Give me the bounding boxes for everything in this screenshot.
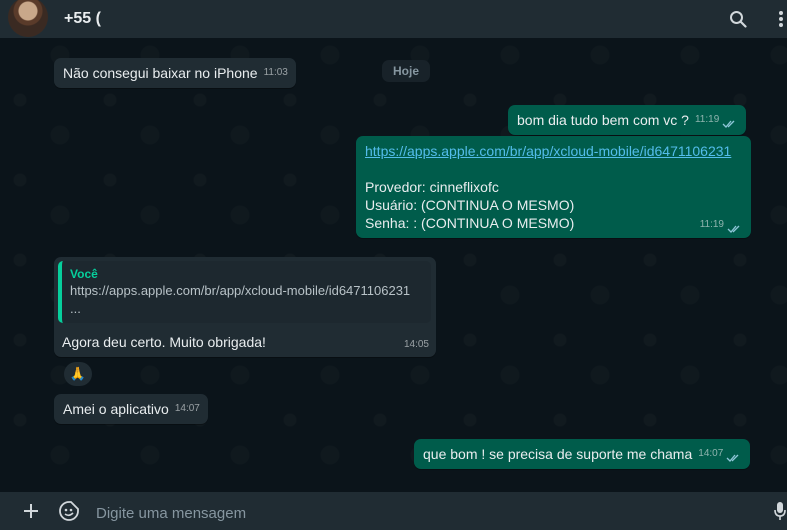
- message-line: Senha: : (CONTINUA O MESMO): [365, 215, 575, 231]
- message-line: Usuário: (CONTINUA O MESMO): [365, 197, 575, 213]
- avatar[interactable]: [8, 0, 48, 37]
- message-time: 14:07: [174, 403, 200, 414]
- message-time: 14:05: [403, 339, 429, 350]
- date-divider: Hoje: [382, 60, 431, 82]
- contact-name[interactable]: +55 (: [64, 10, 101, 28]
- message-time: 14:07: [698, 448, 724, 459]
- message-link[interactable]: https://apps.apple.com/br/app/xcloud-mob…: [365, 142, 743, 160]
- reaction-badge[interactable]: 🙏: [64, 362, 92, 386]
- quoted-message[interactable]: Você https://apps.apple.com/br/app/xclou…: [58, 261, 431, 323]
- quote-text: ...: [70, 301, 81, 316]
- quote-text: https://apps.apple.com/br/app/xcloud-mob…: [70, 283, 411, 298]
- message-text: Agora deu certo. Muito obrigada!: [62, 334, 266, 350]
- message-text: Não consegui baixar no iPhone: [63, 65, 258, 81]
- sticker-icon[interactable]: [56, 498, 82, 524]
- read-ticks-icon: [722, 120, 735, 128]
- message-incoming[interactable]: Não consegui baixar no iPhone 11:03: [54, 58, 296, 88]
- message-incoming[interactable]: Amei o aplicativo 14:07: [54, 394, 208, 424]
- search-icon[interactable]: [725, 6, 751, 32]
- message-input[interactable]: [90, 496, 740, 530]
- message-line: Provedor: cinneflixofc: [365, 179, 499, 195]
- plus-icon[interactable]: [18, 498, 44, 524]
- message-text: Amei o aplicativo: [63, 401, 169, 417]
- message-text: bom dia tudo bem com vc ?: [517, 112, 689, 128]
- message-text: que bom ! se precisa de suporte me chama: [423, 446, 693, 462]
- chat-header: +55 (: [0, 0, 787, 38]
- message-time: 11:19: [694, 114, 720, 125]
- read-ticks-icon: [727, 225, 740, 233]
- message-time: 11:19: [699, 219, 724, 230]
- message-list[interactable]: Não consegui baixar no iPhone 11:03 Hoje …: [0, 38, 787, 492]
- message-time: 11:03: [263, 67, 288, 78]
- reaction-emoji: 🙏: [69, 366, 87, 381]
- message-composer: [0, 492, 787, 530]
- message-outgoing[interactable]: bom dia tudo bem com vc ? 11:19: [508, 105, 747, 135]
- header-actions: [725, 0, 787, 38]
- message-incoming-reply[interactable]: Você https://apps.apple.com/br/app/xclou…: [54, 257, 436, 357]
- message-outgoing[interactable]: que bom ! se precisa de suporte me chama…: [414, 439, 751, 469]
- quote-author: Você: [70, 267, 98, 281]
- mic-icon[interactable]: [773, 498, 787, 524]
- message-outgoing[interactable]: https://apps.apple.com/br/app/xcloud-mob…: [356, 136, 751, 238]
- read-ticks-icon: [726, 454, 739, 462]
- menu-dots-icon[interactable]: [775, 6, 787, 32]
